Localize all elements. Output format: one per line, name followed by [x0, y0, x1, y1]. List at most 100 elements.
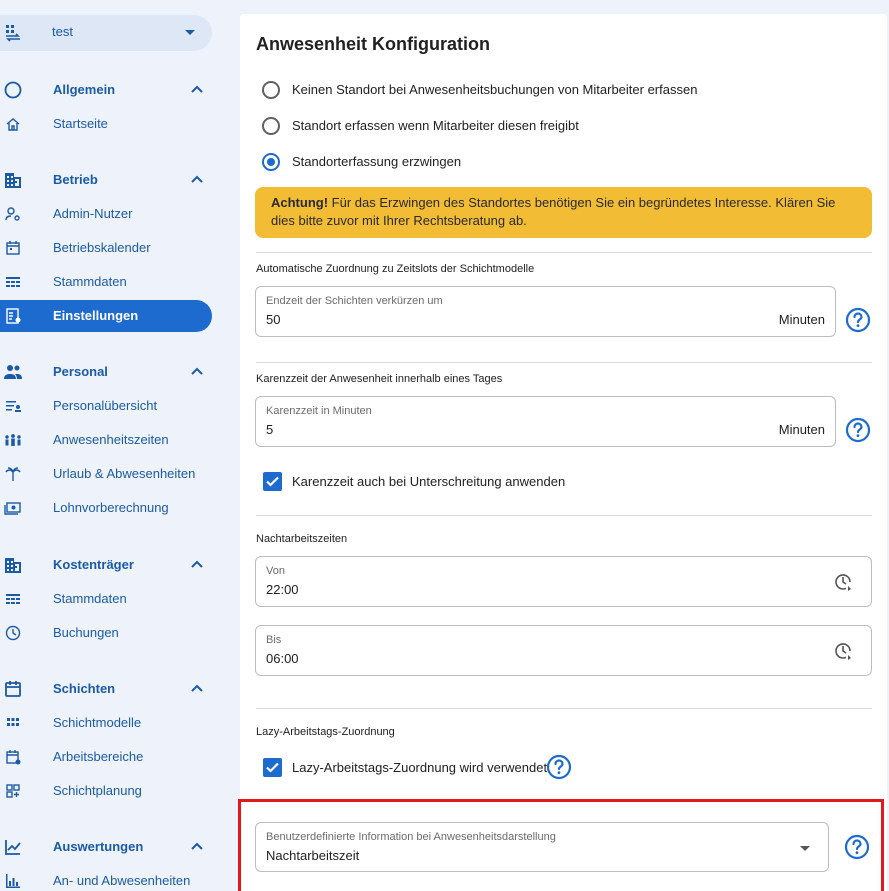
sidebar-item-label: Stammdaten — [53, 591, 127, 606]
sidebar-item-schichtmodelle[interactable]: Schichtmodelle — [0, 707, 212, 739]
sidebar-group-label: Allgemein — [53, 82, 116, 97]
field-label: Bis — [266, 634, 282, 646]
chevron-up-icon — [191, 85, 203, 93]
check-icon — [266, 476, 279, 487]
lazy-workday-checkbox-row[interactable]: Lazy-Arbeitstags-Zuordnung wird verwende… — [263, 757, 823, 779]
sidebar-item-buchungen[interactable]: Buchungen — [0, 617, 212, 649]
sidebar-item-label: Personalübersicht — [53, 398, 158, 413]
radio-force-location[interactable]: Standorterfassung erzwingen — [262, 151, 862, 173]
sidebar-group-betrieb[interactable]: Betrieb — [0, 164, 212, 196]
sidebar-item-stammdaten-kosten[interactable]: Stammdaten — [0, 583, 212, 615]
sidebar-item-arbeitsbereiche[interactable]: Arbeitsbereiche — [0, 741, 212, 773]
field-label: Von — [266, 565, 285, 577]
sidebar-item-startseite[interactable]: Startseite — [0, 108, 212, 140]
building-switch-icon — [6, 25, 20, 42]
sidebar-group-schichten[interactable]: Schichten — [0, 673, 212, 705]
sidebar-item-anwesenheitszeiten[interactable]: Anwesenheitszeiten — [0, 424, 212, 456]
section-heading-night-work: Nachtarbeitszeiten — [256, 533, 348, 545]
home-icon — [6, 118, 20, 131]
sidebar-item-label: Admin-Nutzer — [53, 206, 133, 221]
list-person-icon — [6, 401, 21, 412]
field-label: Endzeit der Schichten verkürzen um — [266, 295, 443, 307]
sidebar-item-label: Schichtplanung — [53, 783, 142, 798]
data-table-icon — [6, 277, 20, 287]
money-icon — [4, 502, 21, 515]
sidebar-item-lohnvorberechnung[interactable]: Lohnvorberechnung — [0, 492, 212, 524]
clock-edit-icon[interactable] — [833, 571, 855, 593]
calendar-edit-icon — [6, 750, 21, 765]
sidebar-item-label: Buchungen — [53, 625, 119, 640]
bar-chart-icon — [6, 874, 20, 888]
check-icon — [266, 762, 279, 773]
radio-button[interactable] — [262, 117, 280, 135]
user-gear-icon — [5, 207, 20, 221]
sidebar-item-betriebskalender[interactable]: Betriebskalender — [0, 232, 212, 264]
help-circle-icon[interactable] — [845, 417, 871, 443]
divider — [256, 362, 872, 363]
sidebar-item-personaluebersicht[interactable]: Personalübersicht — [0, 390, 212, 422]
tenant-selector[interactable]: test — [0, 15, 212, 51]
custom-info-select[interactable]: Benutzerdefinierte Information bei Anwes… — [255, 822, 829, 872]
field-label: Benutzerdefinierte Information bei Anwes… — [266, 831, 556, 843]
sidebar-group-label: Personal — [53, 364, 108, 379]
chevron-down-icon — [800, 846, 810, 851]
checkbox-label: Lazy-Arbeitstags-Zuordnung wird verwende… — [292, 760, 548, 775]
divider — [256, 252, 872, 253]
sidebar-item-schichtplanung[interactable]: Schichtplanung — [0, 775, 212, 807]
radio-label: Standort erfassen wenn Mitarbeiter diese… — [292, 118, 579, 133]
field-suffix: Minuten — [778, 312, 825, 327]
divider — [256, 708, 872, 709]
sidebar-group-label: Schichten — [53, 681, 116, 696]
sidebar-group-kostentraeger[interactable]: Kostenträger — [0, 549, 212, 581]
sidebar-group-label: Auswertungen — [53, 839, 144, 854]
warning-banner: Achtung! Für das Erzwingen des Standorte… — [255, 187, 872, 238]
sidebar-item-label: Betriebskalender — [53, 240, 151, 255]
sidebar-item-urlaub[interactable]: Urlaub & Abwesenheiten — [0, 458, 212, 490]
radio-button[interactable] — [262, 153, 280, 171]
radio-label: Keinen Standort bei Anwesenheitsbuchunge… — [292, 82, 698, 97]
sidebar-item-label: Einstellungen — [53, 308, 139, 323]
chevron-up-icon — [191, 560, 203, 568]
radio-label: Standorterfassung erzwingen — [292, 154, 462, 169]
chevron-up-icon — [191, 175, 203, 183]
radio-no-location[interactable]: Keinen Standort bei Anwesenheitsbuchunge… — [262, 79, 862, 101]
shift-end-shorten-field[interactable]: Endzeit der Schichten verkürzen um 50 Mi… — [255, 286, 836, 337]
chevron-up-icon — [191, 367, 203, 375]
grace-time-field[interactable]: Karenzzeit in Minuten 5 Minuten — [255, 396, 836, 447]
night-to-field[interactable]: Bis 06:00 — [255, 625, 872, 676]
tenant-label: test — [52, 24, 73, 39]
data-table-icon — [6, 594, 20, 604]
clock-edit-icon[interactable] — [833, 640, 855, 662]
sidebar-group-allgemein[interactable]: Allgemein — [0, 74, 212, 106]
field-value: 06:00 — [266, 651, 299, 666]
grace-undercut-checkbox-row[interactable]: Karenzzeit auch bei Unterschreitung anwe… — [263, 471, 823, 493]
sidebar-item-admin-nutzer[interactable]: Admin-Nutzer — [0, 198, 212, 230]
checkbox-checked[interactable] — [263, 472, 282, 491]
checkbox-checked[interactable] — [263, 758, 282, 777]
calendar-icon — [6, 241, 20, 255]
sidebar-group-personal[interactable]: Personal — [0, 356, 212, 388]
sidebar-item-einstellungen[interactable]: Einstellungen — [0, 300, 212, 332]
radio-location-on-consent[interactable]: Standort erfassen wenn Mitarbeiter diese… — [262, 115, 862, 137]
field-value: 50 — [266, 312, 281, 327]
night-from-field[interactable]: Von 22:00 — [255, 556, 872, 607]
sidebar-item-label: Arbeitsbereiche — [53, 749, 144, 764]
sidebar-item-an-abwesenheiten[interactable]: An- und Abwesenheiten — [0, 865, 212, 891]
chevron-up-icon — [191, 842, 203, 850]
radio-button[interactable] — [262, 81, 280, 99]
help-circle-icon[interactable] — [546, 754, 572, 780]
sidebar: test Allgemein Startseite Betrieb Admin-… — [0, 0, 225, 891]
clock-icon — [5, 625, 21, 641]
help-circle-icon[interactable] — [844, 834, 870, 860]
palm-tree-icon — [5, 467, 21, 481]
warning-text: Für das Erzwingen des Standortes benötig… — [271, 195, 836, 228]
sidebar-item-label: Schichtmodelle — [53, 715, 142, 730]
settings-doc-icon — [6, 308, 21, 324]
section-heading-lazy-workday: Lazy-Arbeitstags-Zuordnung — [256, 726, 395, 738]
sidebar-item-stammdaten-betrieb[interactable]: Stammdaten — [0, 266, 212, 298]
chevron-up-icon — [191, 684, 203, 692]
grid-icon — [7, 718, 19, 726]
help-circle-icon[interactable] — [845, 307, 871, 333]
sidebar-group-auswertungen[interactable]: Auswertungen — [0, 831, 212, 863]
sidebar-item-label: Urlaub & Abwesenheiten — [53, 466, 196, 481]
